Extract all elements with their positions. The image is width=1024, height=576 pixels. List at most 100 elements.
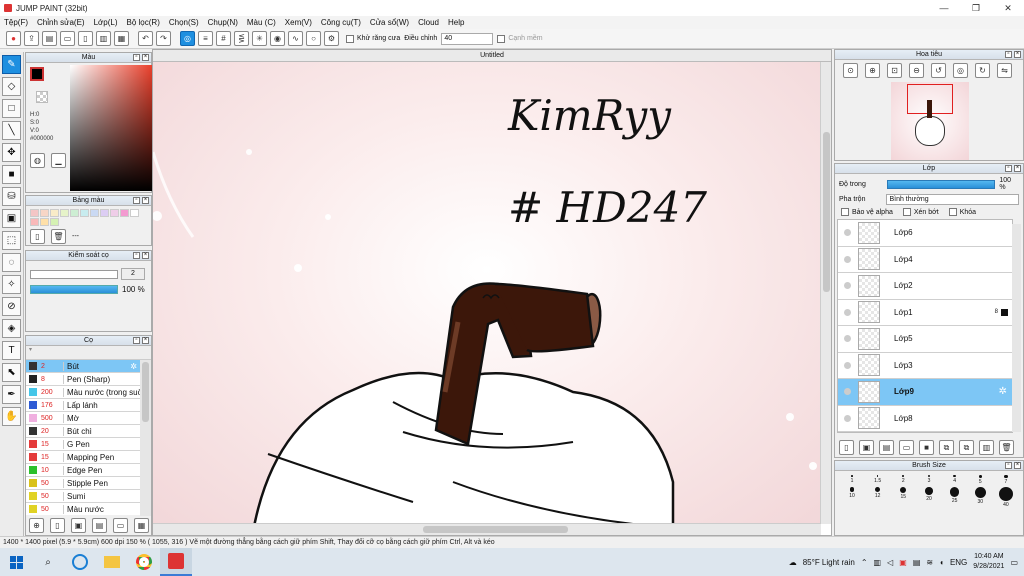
menu-select[interactable]: Chọn(S): [169, 18, 199, 27]
layer-opacity-slider[interactable]: [886, 179, 996, 189]
brush-size-preset[interactable]: 1: [845, 475, 859, 485]
palette-swatch[interactable]: [30, 209, 39, 217]
palette-swatch[interactable]: [120, 209, 129, 217]
bucket-tool-icon[interactable]: ⛁: [2, 187, 21, 206]
panel-close-icon[interactable]: ×: [142, 337, 149, 344]
grid-check-icon[interactable]: ▦: [114, 31, 129, 46]
volume-icon[interactable]: ◁: [887, 558, 893, 567]
brush-size-preset[interactable]: 10: [845, 487, 859, 508]
layer-row[interactable]: Lớp6: [838, 220, 1012, 247]
palette-swatch[interactable]: [100, 209, 109, 217]
grid-icon[interactable]: #: [216, 31, 231, 46]
zoom-fit-icon[interactable]: ⊙: [843, 63, 858, 78]
menu-view[interactable]: Xem(V): [285, 18, 312, 27]
select-none-icon[interactable]: ◎: [180, 31, 195, 46]
layer-mask-icon[interactable]: ■: [919, 440, 934, 455]
layer-row[interactable]: Lớp4: [838, 246, 1012, 273]
document-icon[interactable]: ▯: [78, 31, 93, 46]
panel-close-icon[interactable]: ×: [1014, 51, 1021, 58]
layer-visibility-icon[interactable]: [844, 229, 851, 237]
clock[interactable]: 10:40 AM 9/28/2021: [973, 552, 1004, 572]
brush-size-preset[interactable]: 15: [896, 487, 910, 508]
brush-size-slider[interactable]: [30, 269, 118, 279]
hand-tool-icon[interactable]: ✋: [2, 407, 21, 426]
palette-swatch[interactable]: [80, 209, 89, 217]
canvas-vertical-scrollbar[interactable]: [820, 62, 831, 524]
edge-checkbox[interactable]: [497, 34, 506, 43]
brush-copy-icon[interactable]: ▣: [71, 518, 86, 533]
palette-swatch[interactable]: [50, 209, 59, 217]
brush-settings-icon[interactable]: ✲: [130, 362, 137, 371]
panel-close-icon[interactable]: ×: [142, 54, 149, 61]
brush-doc-icon[interactable]: ▤: [92, 518, 107, 533]
clip-checkbox[interactable]: [902, 208, 911, 216]
brush-size-preset[interactable]: 30: [973, 487, 987, 508]
chrome-icon[interactable]: [128, 548, 160, 576]
layer-list-scrollbar[interactable]: [1012, 224, 1021, 432]
palette-swatch[interactable]: [70, 209, 79, 217]
brush-size-preset[interactable]: 5: [973, 475, 987, 485]
foreground-color-swatch[interactable]: [30, 67, 44, 81]
menu-color[interactable]: Màu (C): [247, 18, 276, 27]
brush-size-preset[interactable]: 3: [922, 475, 936, 485]
brush-list-scrollbar[interactable]: [140, 360, 151, 516]
menu-filter[interactable]: Bộ lọc(R): [127, 18, 160, 27]
menu-tools[interactable]: Công cụ(T): [321, 18, 361, 27]
dell-icon[interactable]: [64, 548, 96, 576]
brush-size-preset[interactable]: 40: [998, 487, 1013, 508]
perspective-icon[interactable]: ⋚: [234, 31, 249, 46]
panel-pin-icon[interactable]: ▫: [133, 197, 140, 204]
layer-style-icon[interactable]: ▭: [899, 440, 914, 455]
layer-clear-icon[interactable]: ▥: [979, 440, 994, 455]
notification-icon[interactable]: ▭: [1010, 558, 1018, 567]
layer-visibility-icon[interactable]: [844, 308, 851, 316]
panel-pin-icon[interactable]: ▫: [133, 337, 140, 344]
menu-layer[interactable]: Lớp(L): [94, 18, 118, 27]
new-folder-icon[interactable]: ▤: [879, 440, 894, 455]
brush-list-item[interactable]: 15 Mapping Pen: [26, 451, 140, 464]
panel-pin-icon[interactable]: ▫: [1005, 51, 1012, 58]
palette-swatch[interactable]: [130, 209, 139, 217]
curve-icon[interactable]: ∿: [288, 31, 303, 46]
color-settings-icon[interactable]: ▁: [51, 153, 66, 168]
new-layer-icon[interactable]: ▯: [839, 440, 854, 455]
file-explorer-icon[interactable]: [96, 548, 128, 576]
brush-list-item[interactable]: 500 Mờ: [26, 412, 140, 425]
panel-close-icon[interactable]: ×: [1014, 462, 1021, 469]
tray-chevron-icon[interactable]: ⌃: [861, 558, 868, 567]
magic-wand-icon[interactable]: ✧: [2, 275, 21, 294]
drawing-canvas[interactable]: KimRyy # HD247: [153, 62, 821, 524]
comment-icon[interactable]: ▭: [60, 31, 75, 46]
brush-list-item[interactable]: 8 Pen (Sharp): [26, 373, 140, 386]
layer-visibility-icon[interactable]: [844, 361, 851, 369]
delete-palette-icon[interactable]: 🗑: [51, 229, 66, 244]
brush-opacity-slider[interactable]: [30, 285, 118, 294]
brush-size-preset[interactable]: 2: [896, 475, 910, 485]
lasso-tool-icon[interactable]: ◌: [2, 253, 21, 272]
redo-icon[interactable]: ↷: [156, 31, 171, 46]
layer-row[interactable]: Lớp3: [838, 352, 1012, 379]
brush-size-preset[interactable]: 12: [871, 487, 885, 508]
palette-swatch[interactable]: [30, 218, 39, 226]
hatch-icon[interactable]: ≡: [198, 31, 213, 46]
select-eraser-icon[interactable]: ◈: [2, 319, 21, 338]
brush-open-icon[interactable]: ▭: [113, 518, 128, 533]
brush-size-preset[interactable]: 4: [948, 475, 962, 485]
brush-list-item[interactable]: 50 Màu nước: [26, 503, 140, 515]
adjust-input[interactable]: 40: [441, 32, 494, 45]
menu-capture[interactable]: Chụp(N): [208, 18, 238, 27]
layer-visibility-icon[interactable]: [844, 282, 851, 290]
zoom-out-icon[interactable]: ⊖: [909, 63, 924, 78]
palette-swatch[interactable]: [40, 218, 49, 226]
palette-swatch[interactable]: [60, 209, 69, 217]
layer-row[interactable]: Lớp9 ✲: [838, 379, 1012, 406]
layer-delete-icon[interactable]: 🗑: [999, 440, 1014, 455]
color-wheel-icon[interactable]: ◍: [30, 153, 45, 168]
network-icon[interactable]: ▥: [874, 558, 882, 567]
panel-pin-icon[interactable]: ▫: [133, 54, 140, 61]
brush-size-input[interactable]: 2: [121, 268, 145, 280]
circle-icon[interactable]: ○: [306, 31, 321, 46]
zoom-actual-icon[interactable]: ⊡: [887, 63, 902, 78]
saturation-value-picker[interactable]: [70, 65, 159, 191]
brush-size-preset[interactable]: 7: [999, 475, 1013, 485]
